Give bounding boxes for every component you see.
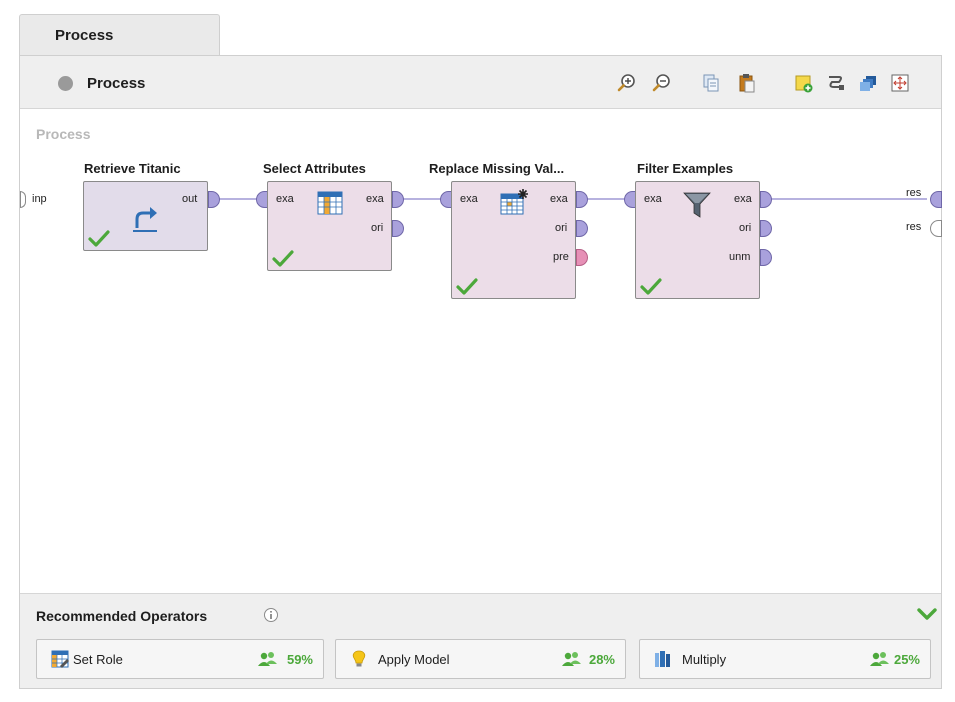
set-role-label: Set Role — [73, 652, 123, 667]
port-label-exa-in: exa — [460, 193, 478, 205]
process-canvas[interactable]: Process inp res res Retrieve Titanic out — [20, 109, 942, 593]
operator-retrieve-titanic[interactable]: out — [83, 181, 208, 251]
port-label-ori: ori — [371, 222, 384, 234]
recommended-operators-panel: Recommended Operators Set Role 59% Apply… — [20, 593, 941, 688]
zoom-out-icon[interactable] — [651, 72, 673, 94]
process-result-label-2: res — [906, 221, 922, 233]
operator-title-select: Select Attributes — [263, 161, 366, 176]
operator-title-retrieve: Retrieve Titanic — [84, 161, 181, 176]
retrieve-icon — [133, 207, 157, 232]
process-result-port-2[interactable] — [930, 220, 942, 237]
recommended-multiply-button[interactable]: Multiply 25% — [639, 639, 931, 679]
users-icon — [562, 652, 581, 666]
port-label-exa-out: exa — [550, 193, 568, 205]
port-label-exa-out: exa — [366, 193, 384, 205]
process-status-icon — [58, 76, 73, 91]
apply-model-percent: 28% — [588, 652, 615, 667]
lightbulb-icon — [352, 650, 366, 667]
operator-title-replace: Replace Missing Val... — [429, 161, 565, 176]
collapse-chevron-icon[interactable] — [917, 606, 937, 622]
recommended-title: Recommended Operators — [36, 608, 208, 624]
toolbar-title: Process — [87, 75, 146, 92]
operator-select-attributes[interactable]: exa exa ori — [267, 181, 392, 271]
success-check-icon — [640, 278, 662, 295]
layers-icon[interactable] — [857, 72, 879, 94]
set-role-icon — [51, 650, 69, 668]
operator-replace-missing[interactable]: exa exa ori pre — [451, 181, 576, 299]
select-attributes-icon — [317, 191, 343, 215]
operator-title-filter: Filter Examples — [637, 161, 734, 176]
users-icon — [258, 652, 277, 666]
process-result-label-1: res — [906, 187, 922, 199]
port-label-exa-in: exa — [644, 193, 662, 205]
auto-wire-icon[interactable] — [825, 72, 847, 94]
zoom-in-icon[interactable] — [616, 72, 638, 94]
info-icon[interactable] — [263, 607, 279, 623]
copy-icon[interactable] — [700, 72, 722, 94]
port-label-exa-out: exa — [734, 193, 752, 205]
recommended-apply-model-button[interactable]: Apply Model 28% — [335, 639, 626, 679]
success-check-icon — [272, 250, 294, 267]
apply-model-label: Apply Model — [378, 652, 450, 667]
users-icon — [870, 652, 889, 666]
process-input-label: inp — [32, 193, 47, 205]
tab-label: Process — [55, 27, 114, 44]
port-label-ori: ori — [555, 222, 568, 234]
process-toolbar: Process — [20, 56, 941, 109]
paste-icon[interactable] — [736, 72, 758, 94]
recommended-set-role-button[interactable]: Set Role 59% — [36, 639, 324, 679]
operator-filter-examples[interactable]: exa exa ori unm — [635, 181, 760, 299]
replace-missing-icon — [500, 189, 528, 215]
process-result-port-1[interactable] — [930, 191, 942, 208]
fit-view-icon[interactable] — [889, 72, 911, 94]
process-view: Process Process Process inp res res Retr… — [0, 0, 955, 702]
add-note-icon[interactable] — [793, 72, 815, 94]
port-label-out: out — [182, 193, 198, 205]
port-label-exa-in: exa — [276, 193, 294, 205]
port-label-pre: pre — [553, 251, 569, 263]
port-label-ori: ori — [739, 222, 752, 234]
filter-icon — [683, 192, 711, 218]
success-check-icon — [456, 278, 478, 295]
multiply-icon — [655, 651, 670, 667]
process-panel: Process Process inp res res Retrieve Tit… — [19, 55, 942, 689]
tab-process[interactable]: Process — [19, 14, 220, 56]
success-check-icon — [88, 230, 110, 247]
port-label-unm: unm — [729, 251, 751, 263]
set-role-percent: 59% — [286, 652, 313, 667]
multiply-percent: 25% — [893, 652, 920, 667]
multiply-label: Multiply — [682, 652, 727, 667]
